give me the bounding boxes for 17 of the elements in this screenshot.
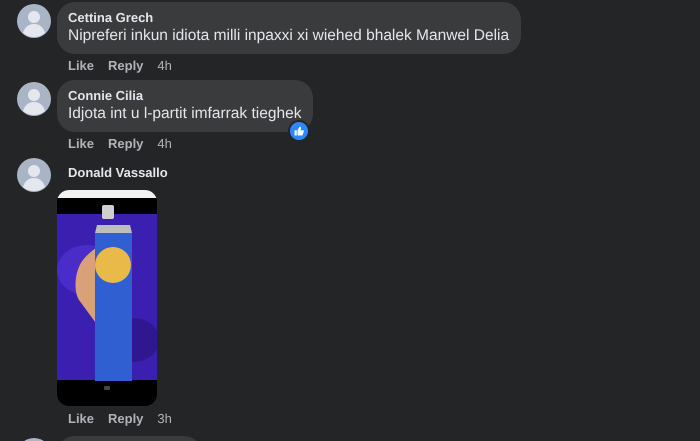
like-link[interactable]: Like: [68, 136, 94, 152]
author-name[interactable]: Cettina Grech: [68, 9, 510, 26]
author-name[interactable]: Donald Vassallo: [57, 158, 168, 181]
author-name[interactable]: Connie Cilia: [68, 87, 302, 104]
like-link[interactable]: Like: [68, 411, 94, 427]
timestamp: 4h: [157, 58, 172, 74]
avatar-icon: [17, 158, 51, 192]
avatar-icon: [17, 82, 51, 116]
reply-link[interactable]: Reply: [108, 58, 144, 74]
comment-text: Nipreferi inkun idiota milli inpaxxi xi wiehed bhalek Manwel Delia: [68, 26, 510, 46]
timestamp: 3h: [157, 411, 172, 427]
avatar-icon: [17, 4, 51, 38]
like-link[interactable]: Like: [68, 58, 94, 74]
reply-link[interactable]: Reply: [108, 411, 144, 427]
comment-text: Idjota int u l-partit imfarrak tieghek: [68, 104, 302, 124]
timestamp: 4h: [157, 136, 172, 152]
reply-link[interactable]: Reply: [108, 136, 144, 152]
